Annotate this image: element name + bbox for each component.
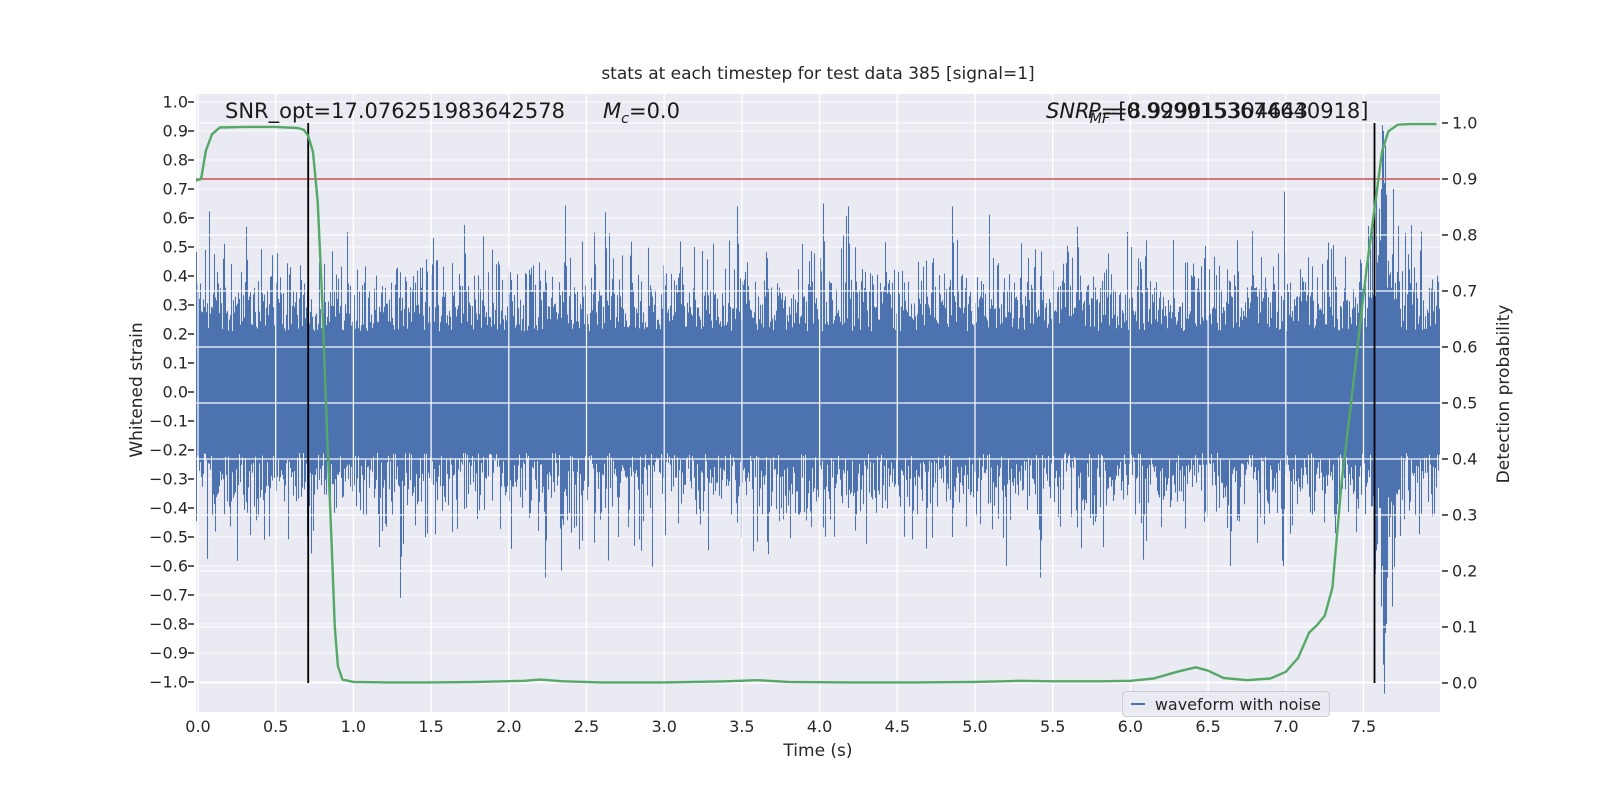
left-tick-label: −0.8	[149, 614, 188, 634]
annotation-mc-value: =0.0	[628, 99, 680, 123]
legend-label: waveform with noise	[1154, 694, 1321, 714]
annotation-snr-opt-text: SNR_opt=17.076251983642578	[225, 99, 565, 123]
left-tick-label: 0.7	[162, 179, 188, 199]
annotation-mc-sub: c	[621, 111, 629, 128]
chart-title: stats at each timestep for test data 385…	[601, 64, 1035, 84]
left-tick-label: 0.5	[162, 237, 188, 257]
left-tick-label: −0.3	[149, 469, 188, 489]
left-tick-label: −0.5	[149, 527, 188, 547]
x-tick-label: 2.5	[573, 717, 600, 736]
left-tick-label: 0.8	[162, 150, 188, 170]
left-tick-label: 0.4	[162, 266, 188, 286]
gridlines-over	[196, 94, 1440, 712]
x-tick-label: 0.0	[185, 717, 211, 736]
left-tick-label: 0.3	[162, 295, 188, 315]
left-axis-label: Whitened strain	[127, 322, 147, 458]
x-tick-label: 5.5	[1039, 717, 1066, 736]
left-tick-label: −0.7	[149, 585, 188, 605]
left-tick-label: −0.6	[149, 556, 188, 576]
x-tick-label: 7.5	[1350, 717, 1377, 736]
annotation-mc-var: M	[603, 99, 622, 123]
right-tick-label: 0.2	[1452, 561, 1478, 581]
x-tick-label: 6.5	[1195, 717, 1221, 736]
right-tick-label: 0.3	[1452, 505, 1478, 525]
x-tick-label: 5.0	[962, 717, 988, 736]
x-tick-label: 1.5	[418, 717, 444, 736]
x-tick-label: 6.0	[1117, 717, 1144, 736]
x-tick-label: 2.0	[496, 717, 522, 736]
x-axis-label: Time (s)	[783, 741, 853, 761]
waveform-with-noise-path	[196, 125, 1440, 694]
annotation-snr-opt: SNR_opt=17.076251983642578	[225, 98, 565, 125]
right-tick-label: 0.6	[1452, 337, 1478, 357]
annotation-chirp-mass: Mc=0.0	[603, 98, 680, 133]
right-tick-label: 1.0	[1452, 113, 1478, 133]
right-tick-label: 0.5	[1452, 393, 1478, 413]
legend: waveform with noise	[1122, 691, 1330, 717]
x-tick-label: 4.5	[884, 717, 911, 736]
right-tick-label: 0.8	[1452, 225, 1478, 245]
x-tick-label: 1.0	[340, 717, 367, 736]
left-tick-label: 0.6	[162, 208, 188, 228]
left-tick-label: −0.1	[149, 411, 188, 431]
waveform-series	[196, 125, 1440, 694]
left-tick-label: −1.0	[149, 672, 188, 692]
right-tick-label: 0.1	[1452, 617, 1478, 637]
legend-line-sample	[1131, 703, 1145, 705]
left-tick-label: 0.2	[162, 324, 188, 344]
figure: stats at each timestep for test data 385…	[0, 0, 1600, 800]
x-tick-label: 0.5	[262, 717, 289, 736]
left-tick-label: −0.9	[149, 643, 188, 663]
right-tick-label: 0.7	[1452, 281, 1478, 301]
right-tick-label: 0.0	[1452, 673, 1478, 693]
annotation-probability: P=[0.9999153674640918]	[1088, 98, 1368, 125]
annotation-p-value: =[0.9999153674640918]	[1100, 99, 1369, 123]
left-tick-label: 1.0	[162, 92, 188, 112]
left-tick-label: −0.4	[149, 498, 188, 518]
left-tick-label: 0.1	[162, 353, 188, 373]
annotation-p-var: P	[1088, 99, 1101, 123]
x-tick-label: 7.0	[1273, 717, 1299, 736]
left-tick-label: 0.0	[162, 382, 188, 402]
right-axis-label: Detection probability	[1494, 304, 1514, 484]
x-tick-label: 3.0	[651, 717, 677, 736]
left-tick-label: 0.9	[162, 121, 188, 141]
annotation-snr-mf-var: SNR	[1046, 99, 1090, 123]
x-tick-label: 3.5	[729, 717, 755, 736]
x-tick-label: 4.0	[806, 717, 833, 736]
right-tick-label: 0.4	[1452, 449, 1478, 469]
left-tick-label: −0.2	[149, 440, 188, 460]
right-tick-label: 0.9	[1452, 169, 1478, 189]
